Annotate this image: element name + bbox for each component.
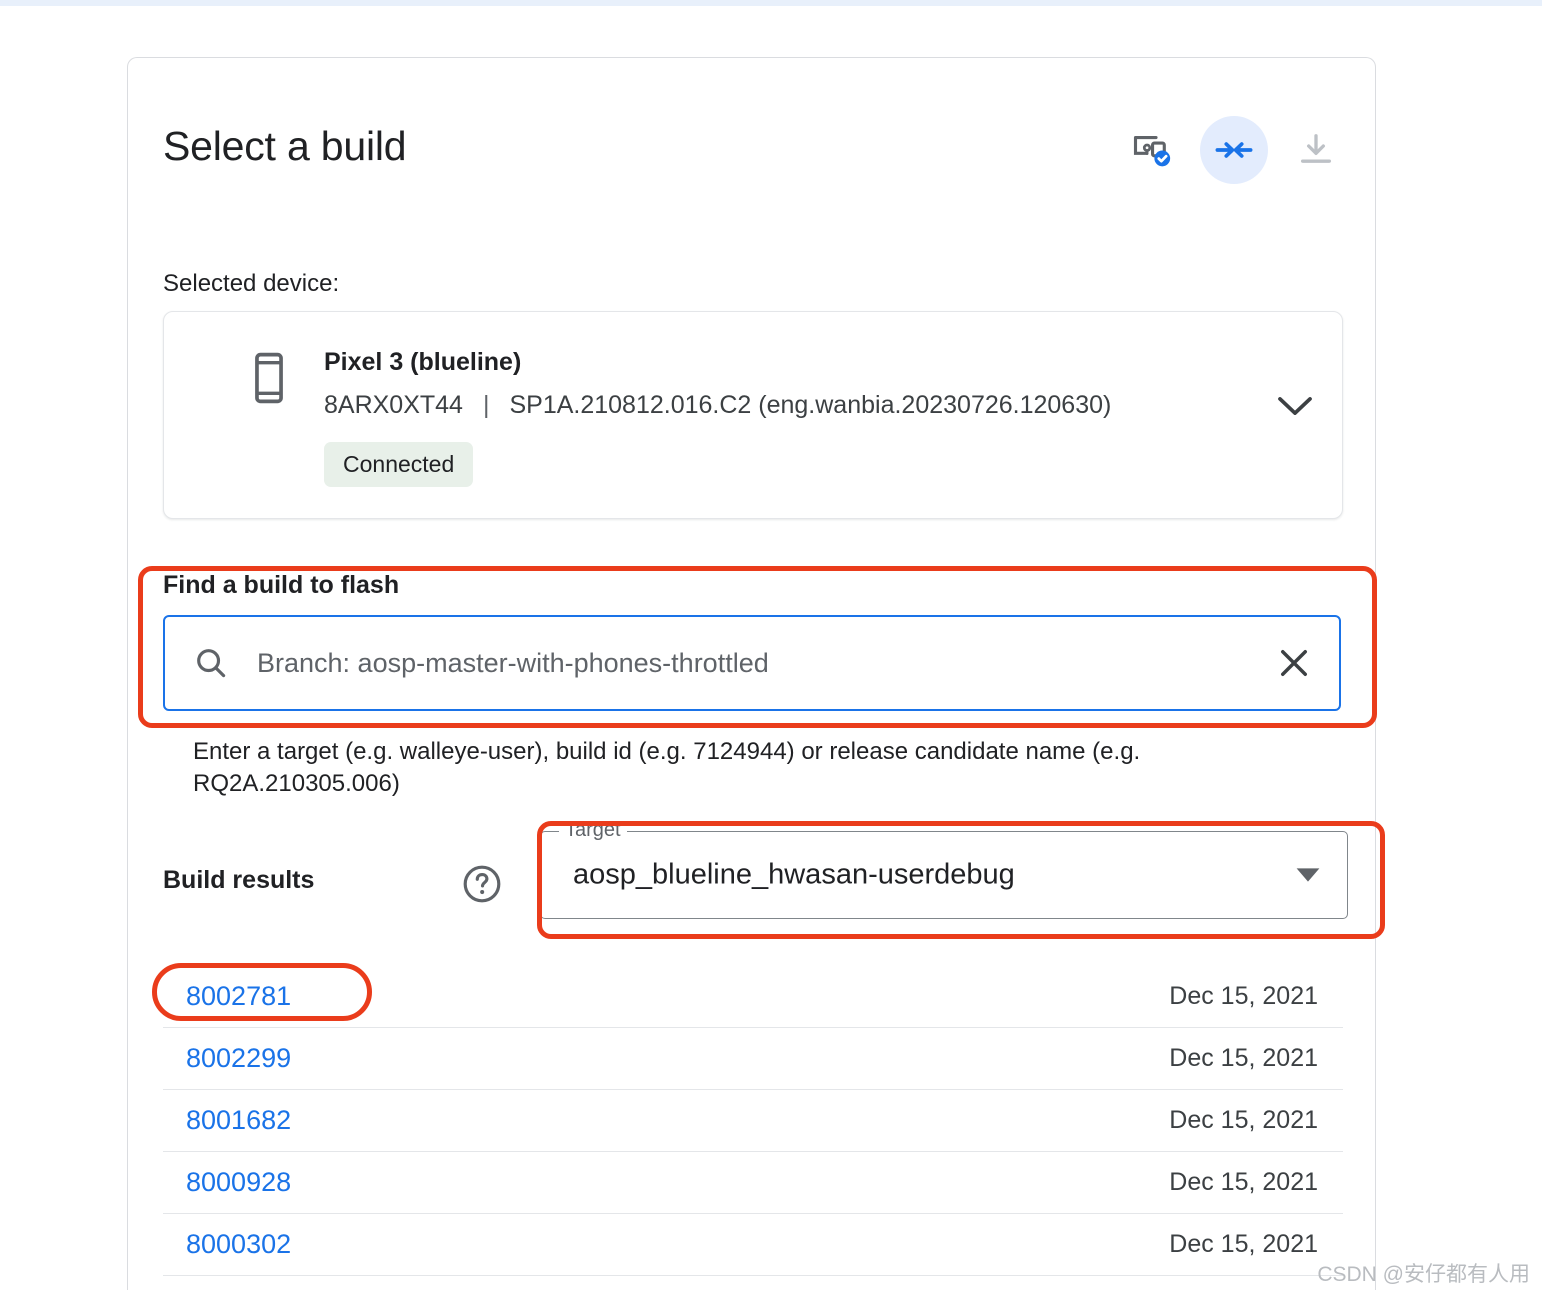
build-search-field[interactable]: Branch: aosp-master-with-phones-throttle… (163, 615, 1341, 711)
target-selected-value: aosp_blueline_hwasan-userdebug (573, 858, 1015, 891)
table-row[interactable]: 8002299 Dec 15, 2021 (163, 1028, 1343, 1090)
device-name: Pixel 3 (blueline) (324, 348, 522, 376)
build-date: Dec 15, 2021 (1169, 1168, 1318, 1196)
watermark: CSDN @安仔都有人用 (1317, 1263, 1530, 1286)
build-id-link[interactable]: 8000928 (163, 1167, 291, 1198)
build-id-link[interactable]: 8000302 (163, 1229, 291, 1260)
table-row[interactable]: 8000928 Dec 15, 2021 (163, 1152, 1343, 1214)
find-build-label: Find a build to flash (163, 571, 400, 599)
build-date: Dec 15, 2021 (1169, 982, 1318, 1010)
page-title: Select a build (163, 123, 407, 169)
build-id-link[interactable]: 8002299 (163, 1043, 291, 1074)
build-date: Dec 15, 2021 (1169, 1106, 1318, 1134)
compress-arrows-icon (1213, 129, 1255, 171)
search-icon (165, 645, 257, 681)
build-date: Dec 15, 2021 (1169, 1044, 1318, 1072)
select-build-card: Select a build Selected device: Pixel 3 … (127, 57, 1376, 1290)
build-results-label: Build results (163, 866, 315, 894)
chevron-down-icon[interactable] (1276, 394, 1314, 418)
device-meta: 8ARX0XT44 | SP1A.210812.016.C2 (eng.wanbia… (324, 391, 1111, 420)
selected-device-card[interactable]: Pixel 3 (blueline) 8ARX0XT44 | SP1A.210812… (163, 311, 1343, 519)
phone-icon (252, 352, 286, 404)
build-results-list: 8002781 Dec 15, 2021 8002299 Dec 15, 202… (163, 966, 1343, 1276)
help-circle-icon[interactable] (461, 863, 503, 905)
device-meta-separator: | (482, 391, 490, 419)
status-badge: Connected (324, 442, 474, 487)
toolbar (1118, 116, 1350, 184)
search-helper-text: Enter a target (e.g. walleye-user), buil… (193, 738, 1141, 797)
table-row[interactable]: 8002781 Dec 15, 2021 (163, 966, 1343, 1028)
selected-device-label: Selected device: (163, 270, 340, 297)
close-icon[interactable] (1249, 645, 1339, 681)
dropdown-arrow-icon[interactable] (1295, 867, 1321, 883)
top-accent-strip (0, 0, 1542, 6)
build-date: Dec 15, 2021 (1169, 1230, 1318, 1258)
device-serial: 8ARX0XT44 (324, 391, 463, 419)
table-row[interactable]: 8001682 Dec 15, 2021 (163, 1090, 1343, 1152)
build-id-link[interactable]: 8002781 (163, 981, 291, 1012)
device-fingerprint: SP1A.210812.016.C2 (eng.wanbia.20230726.… (509, 391, 1112, 419)
search-input-value[interactable]: Branch: aosp-master-with-phones-throttle… (257, 648, 1249, 679)
flash-build-button[interactable] (1200, 116, 1268, 184)
download-build-button[interactable] (1282, 116, 1350, 184)
app-root: Select a build Selected device: Pixel 3 … (0, 0, 1542, 1290)
build-id-link[interactable]: 8001682 (163, 1105, 291, 1136)
target-dropdown[interactable]: Target aosp_blueline_hwasan-userdebug (540, 819, 1348, 919)
download-icon (1296, 130, 1336, 170)
devices-check-button[interactable] (1118, 116, 1186, 184)
target-floating-label: Target (559, 819, 627, 842)
table-row[interactable]: 8000302 Dec 15, 2021 (163, 1214, 1343, 1276)
devices-check-icon (1130, 128, 1174, 172)
